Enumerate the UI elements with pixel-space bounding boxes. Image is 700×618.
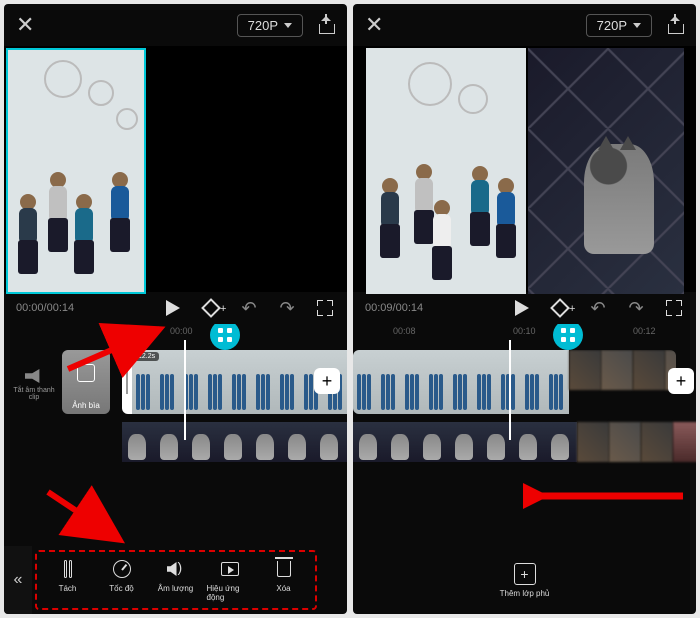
close-icon[interactable]: ✕ — [16, 12, 34, 38]
export-icon[interactable] — [317, 16, 335, 34]
redo-button[interactable]: ↷ — [626, 298, 646, 318]
resolution-label: 720P — [248, 18, 278, 33]
undo-button[interactable]: ↶ — [588, 298, 608, 318]
split-button[interactable]: Tách — [45, 558, 91, 602]
timeline[interactable]: 00:08 00:10 00:12 + — [353, 324, 696, 546]
speed-button[interactable]: Tốc độ — [99, 558, 145, 602]
tool-label: Thêm lớp phủ — [500, 589, 550, 598]
playhead[interactable] — [509, 340, 511, 440]
keyframe-button[interactable] — [550, 298, 570, 318]
speaker-icon — [25, 369, 43, 383]
playback-controls: 00:00/00:14 ↶ ↷ — [4, 292, 347, 324]
tool-label: Xóa — [276, 584, 290, 593]
undo-button[interactable]: ↶ — [239, 298, 259, 318]
editor-screen-left: ✕ 720P 00:00/00:14 ↶ ↷ 00:00 Tắ — [4, 4, 347, 614]
redo-button[interactable]: ↷ — [277, 298, 297, 318]
top-bar: ✕ 720P — [4, 4, 347, 46]
fullscreen-button[interactable] — [315, 298, 335, 318]
time-ruler: 00:00 — [4, 324, 347, 340]
keyframe-button[interactable] — [201, 298, 221, 318]
play-button[interactable] — [163, 298, 183, 318]
preview-area — [4, 46, 347, 292]
playhead[interactable] — [184, 340, 186, 440]
video-track-overlay[interactable] — [353, 422, 696, 462]
video-track-main[interactable] — [353, 350, 676, 414]
animation-button[interactable]: Hiệu ứng động — [207, 558, 253, 602]
chevron-down-icon — [284, 23, 292, 28]
play-button[interactable] — [512, 298, 532, 318]
chevron-down-icon — [633, 23, 641, 28]
clip-handle-left[interactable] — [122, 350, 132, 414]
tool-label: Hiệu ứng động — [207, 584, 253, 602]
add-clip-button[interactable]: + — [314, 368, 340, 394]
top-bar: ✕ 720P — [353, 4, 696, 46]
bottom-toolbar: « Tách Tốc độ Âm lượng Hiệu ứng động Xóa — [4, 546, 347, 614]
export-icon[interactable] — [666, 16, 684, 34]
add-clip-button[interactable]: + — [668, 368, 694, 394]
tool-label: Tách — [59, 584, 77, 593]
apps-button[interactable] — [553, 324, 583, 350]
resolution-selector[interactable]: 720P — [237, 14, 303, 37]
plus-square-icon: + — [514, 563, 536, 585]
add-overlay-button[interactable]: + Thêm lớp phủ — [500, 563, 550, 598]
mute-clip-button[interactable]: Tắt âm thanh clip — [10, 356, 58, 414]
time-ruler: 00:08 00:10 00:12 — [353, 324, 696, 340]
fullscreen-button[interactable] — [664, 298, 684, 318]
preview-clip-main[interactable] — [366, 48, 526, 294]
timeline[interactable]: 00:00 Tắt âm thanh clip Ảnh bìa 12.2s + — [4, 324, 347, 546]
volume-button[interactable]: Âm lượng — [153, 558, 199, 602]
preview-clip[interactable] — [6, 48, 146, 294]
clip-duration-badge: 12.2s — [134, 352, 159, 361]
mute-label: Tắt âm thanh clip — [10, 387, 58, 401]
delete-button[interactable]: Xóa — [261, 558, 307, 602]
resolution-selector[interactable]: 720P — [586, 14, 652, 37]
tool-label: Tốc độ — [109, 584, 133, 593]
bottom-toolbar: + Thêm lớp phủ — [353, 546, 696, 614]
tool-label: Âm lượng — [158, 584, 194, 593]
cover-label: Ảnh bìa — [72, 401, 100, 410]
video-track-overlay[interactable] — [122, 422, 347, 462]
close-icon[interactable]: ✕ — [365, 12, 383, 38]
time-display: 00:00/00:14 — [16, 302, 74, 314]
preview-clip-overlay[interactable] — [528, 48, 684, 294]
time-display: 00:09/00:14 — [365, 302, 423, 314]
preview-area — [353, 46, 696, 292]
playback-controls: 00:09/00:14 ↶ ↷ — [353, 292, 696, 324]
cover-image-button[interactable]: Ảnh bìa — [62, 350, 110, 414]
clip-tools: Tách Tốc độ Âm lượng Hiệu ứng động Xóa — [35, 550, 317, 610]
apps-button[interactable] — [210, 324, 240, 350]
back-button[interactable]: « — [4, 546, 32, 614]
resolution-label: 720P — [597, 18, 627, 33]
editor-screen-right: ✕ 720P 00:09/00:14 ↶ ↷ — [353, 4, 696, 614]
